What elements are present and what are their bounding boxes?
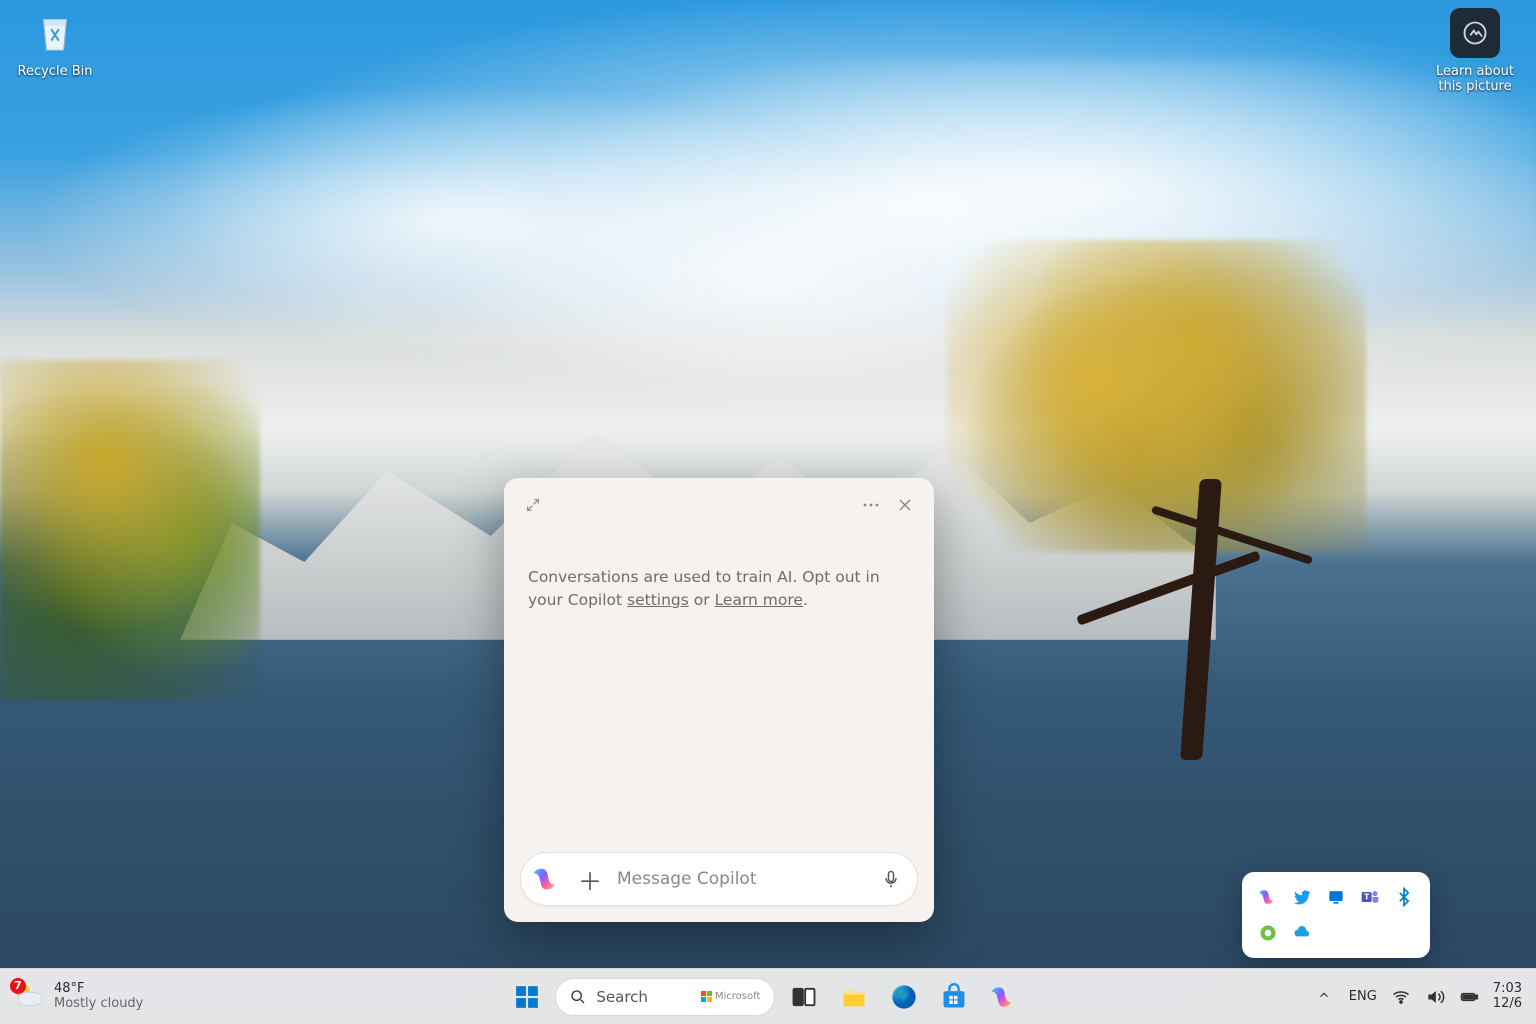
settings-link[interactable]: settings	[627, 591, 689, 609]
copilot-input-row: ＋	[520, 852, 918, 906]
tray-overflow-button[interactable]	[1313, 984, 1335, 1010]
search-icon	[570, 989, 586, 1005]
spotlight-label: Learn about this picture	[1432, 64, 1518, 94]
trees-left-decoration	[0, 360, 260, 700]
spotlight-icon	[1450, 8, 1500, 58]
taskbar-search[interactable]: Search Microsoft	[555, 978, 775, 1016]
close-button[interactable]	[892, 492, 918, 518]
more-button[interactable]	[858, 492, 884, 518]
recycle-bin-label: Recycle Bin	[12, 64, 98, 79]
copilot-panel: Conversations are used to train AI. Opt …	[504, 478, 934, 922]
language-indicator[interactable]: ENG	[1349, 989, 1377, 1004]
copilot-notice: Conversations are used to train AI. Opt …	[520, 518, 918, 852]
weather-icon: 7	[14, 982, 44, 1012]
clock-time: 7:03	[1493, 982, 1522, 997]
copilot-input[interactable]	[615, 868, 865, 890]
search-brand: Microsoft	[701, 991, 761, 1002]
file-explorer-button[interactable]	[833, 976, 875, 1018]
tray-app-icon[interactable]	[1254, 918, 1282, 948]
notice-text-2: or	[689, 591, 715, 609]
weather-temp: 48°F	[54, 982, 143, 997]
clock-date: 12/6	[1493, 997, 1522, 1012]
tray-bird-icon[interactable]	[1288, 882, 1316, 912]
voice-input-button[interactable]	[875, 863, 907, 895]
learn-more-link[interactable]: Learn more	[715, 591, 803, 609]
windows-spotlight[interactable]: Learn about this picture	[1432, 8, 1518, 94]
tray-security-icon[interactable]	[1322, 882, 1350, 912]
tray-bluetooth-icon[interactable]	[1390, 882, 1418, 912]
volume-icon[interactable]	[1425, 987, 1445, 1007]
weather-condition: Mostly cloudy	[54, 997, 143, 1012]
tray-overflow-popup: T	[1242, 872, 1430, 958]
copilot-taskbar-button[interactable]	[983, 976, 1025, 1018]
weather-badge: 7	[10, 978, 26, 994]
expand-button[interactable]	[520, 492, 546, 518]
clock[interactable]: 7:03 12/6	[1493, 982, 1522, 1012]
recycle-bin-icon	[30, 8, 80, 58]
edge-button[interactable]	[883, 976, 925, 1018]
recycle-bin[interactable]: Recycle Bin	[12, 8, 98, 79]
store-button[interactable]	[933, 976, 975, 1018]
start-button[interactable]	[507, 977, 547, 1017]
new-chat-button[interactable]: ＋	[575, 864, 605, 894]
tray-copilot-icon[interactable]	[1254, 882, 1282, 912]
weather-widget[interactable]: 7 48°F Mostly cloudy	[0, 982, 220, 1012]
taskbar: 7 48°F Mostly cloudy Search Microsoft	[0, 968, 1536, 1024]
battery-icon[interactable]	[1459, 987, 1479, 1007]
copilot-logo-icon	[529, 861, 565, 897]
tree-right-decoration	[946, 240, 1366, 760]
task-view-button[interactable]	[783, 976, 825, 1018]
search-label: Search	[596, 988, 648, 1006]
wifi-icon[interactable]	[1391, 987, 1411, 1007]
tray-onedrive-icon[interactable]	[1288, 918, 1316, 948]
svg-text:T: T	[1364, 893, 1370, 902]
notice-text-3: .	[803, 591, 808, 609]
system-tray: ENG 7:03 12/6	[1313, 982, 1536, 1012]
tray-teams-icon[interactable]: T	[1356, 882, 1384, 912]
